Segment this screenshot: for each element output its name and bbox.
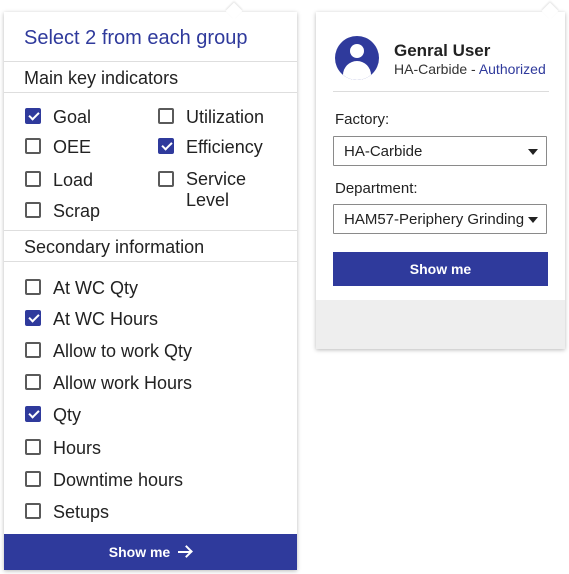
divider xyxy=(333,91,549,92)
checkbox[interactable] xyxy=(158,108,174,124)
department-label: Department: xyxy=(335,180,418,197)
checkbox[interactable] xyxy=(25,342,41,358)
section-heading: Main key indicators xyxy=(24,68,179,88)
checkbox[interactable] xyxy=(25,374,41,390)
user-separator: - xyxy=(467,61,479,77)
option-label: At WC Hours xyxy=(53,309,159,329)
show-me-label: Show me xyxy=(108,544,171,560)
panel-caret xyxy=(225,2,243,20)
checkbox[interactable] xyxy=(25,406,41,422)
indicator-selection-panel: Select 2 from each group Main key indica… xyxy=(4,2,297,570)
dropdown-arrow-icon xyxy=(528,217,538,223)
checkbox[interactable] xyxy=(25,279,41,295)
user-context-panel: Genral User HA-Carbide - Authorized Fact… xyxy=(316,2,565,349)
option-label: Service Level xyxy=(186,169,247,210)
avatar-head xyxy=(350,44,364,58)
checkbox[interactable] xyxy=(25,471,41,487)
checkbox[interactable] xyxy=(25,171,41,187)
arrow-right-icon xyxy=(178,546,192,558)
option-label: Goal xyxy=(53,107,92,127)
checkbox[interactable] xyxy=(25,439,41,455)
dropdown-arrow-icon xyxy=(528,149,538,155)
checkbox[interactable] xyxy=(158,171,174,187)
panel-title: Select 2 from each group xyxy=(24,27,248,49)
option-label: Downtime hours xyxy=(53,470,184,490)
option-label: Scrap xyxy=(53,201,101,221)
factory-value: HA-Carbide xyxy=(344,143,423,160)
show-me-button[interactable]: Show me xyxy=(4,534,297,570)
factory-select[interactable]: HA-Carbide xyxy=(333,136,547,166)
panel-caret xyxy=(541,2,559,20)
option-label: OEE xyxy=(53,137,92,157)
option-label: Qty xyxy=(53,405,82,425)
section-heading: Secondary information xyxy=(24,237,205,257)
user-subtitle: HA-Carbide - Authorized xyxy=(394,61,546,77)
option-label: Load xyxy=(53,170,94,190)
department-select[interactable]: HAM57-Periphery Grinding xyxy=(333,204,547,234)
option-label: Allow work Hours xyxy=(53,373,193,393)
option-label: Allow to work Qty xyxy=(53,341,193,361)
option-label: Utilization xyxy=(186,107,265,127)
avatar-icon xyxy=(335,36,379,80)
user-org: HA-Carbide xyxy=(394,61,468,77)
checkbox[interactable] xyxy=(25,310,41,326)
option-label: Hours xyxy=(53,438,102,458)
panel-footer xyxy=(316,300,565,349)
checkbox[interactable] xyxy=(25,138,41,154)
user-name: Genral User xyxy=(394,41,491,60)
user-status: Authorized xyxy=(478,61,546,77)
avatar-body xyxy=(343,61,371,80)
factory-label: Factory: xyxy=(335,111,390,128)
checkbox[interactable] xyxy=(25,202,41,218)
option-label: Efficiency xyxy=(186,137,263,157)
checkbox[interactable] xyxy=(25,503,41,519)
option-label: Setups xyxy=(53,502,110,522)
checkbox[interactable] xyxy=(158,138,174,154)
secondary-information-header: Secondary information xyxy=(4,230,297,262)
main-key-indicators-header: Main key indicators xyxy=(4,61,297,93)
option-label: At WC Qty xyxy=(53,278,138,298)
checkbox[interactable] xyxy=(25,108,41,124)
show-me-button[interactable]: Show me xyxy=(333,252,548,286)
department-value: HAM57-Periphery Grinding xyxy=(344,211,525,228)
